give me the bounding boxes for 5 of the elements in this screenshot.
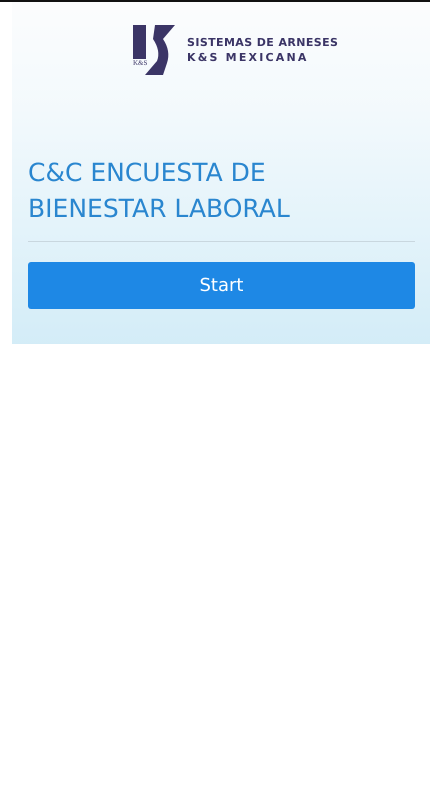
- survey-title: C&C ENCUESTA DE BIENESTAR LABORAL: [28, 157, 291, 225]
- logo-icon: [133, 25, 177, 75]
- company-name: SISTEMAS DE ARNESES: [187, 36, 338, 49]
- start-button[interactable]: Start: [28, 262, 415, 309]
- company-subname: K&S MEXICANA: [187, 51, 310, 64]
